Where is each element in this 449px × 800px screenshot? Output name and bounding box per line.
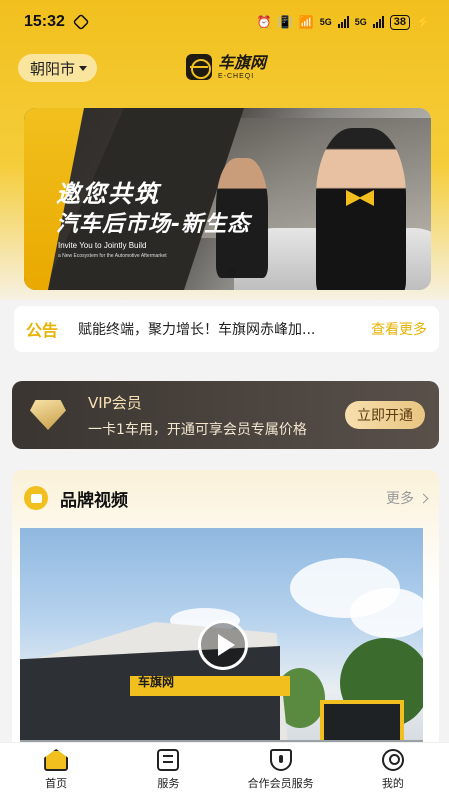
tab-service[interactable]: 服务 xyxy=(112,743,224,800)
play-icon[interactable] xyxy=(198,620,248,670)
brand-video-section: 品牌视频 更多 车旗网 xyxy=(12,470,439,760)
signal-icon xyxy=(337,16,349,28)
wifi-icon: 📶 xyxy=(298,15,314,29)
video-cloud xyxy=(350,588,423,638)
caret-down-icon xyxy=(79,65,88,71)
signal-icon-2 xyxy=(372,16,384,28)
chevron-right-icon xyxy=(418,493,429,503)
network-5g-label: 5G xyxy=(319,17,332,27)
banner-subtitle-en-small: a New Ecosystem for the Automotive After… xyxy=(58,253,167,259)
banner-subtitle-en: Invite You to Jointly Build xyxy=(58,241,147,250)
tab-mine[interactable]: 我的 xyxy=(337,743,449,800)
bottom-tab-bar: 首页 服务 合作会员服务 我的 xyxy=(0,742,449,800)
video-section-icon xyxy=(24,486,48,510)
app-logo: 车旗网 E-CHEQI xyxy=(186,54,266,80)
status-time: 15:32 xyxy=(24,13,65,30)
announcement-more-link[interactable]: 查看更多 xyxy=(371,319,427,339)
announcement-tag: 公告 xyxy=(26,321,59,340)
home-icon xyxy=(44,749,69,771)
logo-cn: 车旗网 xyxy=(218,52,267,72)
city-selector[interactable]: 朝阳市 xyxy=(18,54,98,82)
brand-video-header: 品牌视频 更多 xyxy=(24,484,429,512)
vip-description: 一卡1车用，开通可享会员专属价格 xyxy=(88,421,307,438)
banner-person-woman xyxy=(316,128,406,290)
service-icon xyxy=(157,749,180,771)
app-header: 朝阳市 车旗网 E-CHEQI xyxy=(0,48,449,88)
vip-open-button[interactable]: 立即开通 xyxy=(345,401,425,429)
charging-icon: ⚡ xyxy=(416,15,431,29)
brand-video-more-link[interactable]: 更多 xyxy=(386,488,429,508)
status-bar: 15:32 ⏰ 📳 📶 5G 5G 38 ⚡ xyxy=(0,0,449,44)
announcement-bar[interactable]: 公告 赋能终端，聚力增长！车旗网赤峰加... 查看更多 xyxy=(14,306,439,352)
brand-video-player[interactable]: 车旗网 xyxy=(20,528,423,760)
logo-text: 车旗网 E-CHEQI xyxy=(218,52,267,80)
shield-status-icon xyxy=(72,13,90,31)
tab-partner-member-label: 合作会员服务 xyxy=(247,777,314,790)
logo-en: E-CHEQI xyxy=(218,72,255,80)
city-label: 朝阳市 xyxy=(30,59,76,78)
announcement-text[interactable]: 赋能终端，聚力增长！车旗网赤峰加... xyxy=(78,319,346,339)
shield-icon xyxy=(269,749,292,771)
tab-home-label: 首页 xyxy=(45,777,68,790)
more-label: 更多 xyxy=(386,491,414,507)
video-car-bay xyxy=(320,700,404,744)
tab-service-label: 服务 xyxy=(157,777,180,790)
tab-mine-label: 我的 xyxy=(381,777,404,790)
battery-indicator: 38 xyxy=(389,14,411,30)
vip-membership-card[interactable]: VIP会员 一卡1车用，开通可享会员专属价格 立即开通 xyxy=(12,381,439,449)
network-5g-label-2: 5G xyxy=(354,17,367,27)
status-icons: ⏰ 📳 📶 5G 5G 38 ⚡ xyxy=(256,14,431,30)
tab-home[interactable]: 首页 xyxy=(0,743,112,800)
promo-banner[interactable]: 邀您共筑 汽车后市场-新生态 Invite You to Jointly Bui… xyxy=(24,108,431,290)
user-icon xyxy=(381,749,404,771)
banner-title-line1: 邀您共筑 xyxy=(56,180,160,208)
brand-video-title: 品牌视频 xyxy=(60,490,128,511)
vibrate-icon: 📳 xyxy=(277,15,293,29)
tab-partner-member[interactable]: 合作会员服务 xyxy=(225,743,337,800)
banner-page-dot xyxy=(228,268,236,276)
logo-icon xyxy=(186,54,212,80)
vip-texts: VIP会员 一卡1车用，开通可享会员专属价格 xyxy=(88,392,307,439)
video-store-logo: 车旗网 xyxy=(138,675,175,689)
banner-title-line2: 汽车后市场-新生态 xyxy=(56,212,251,237)
alarm-icon: ⏰ xyxy=(256,15,272,29)
vip-title: VIP会员 xyxy=(88,393,142,412)
diamond-icon xyxy=(30,400,66,430)
